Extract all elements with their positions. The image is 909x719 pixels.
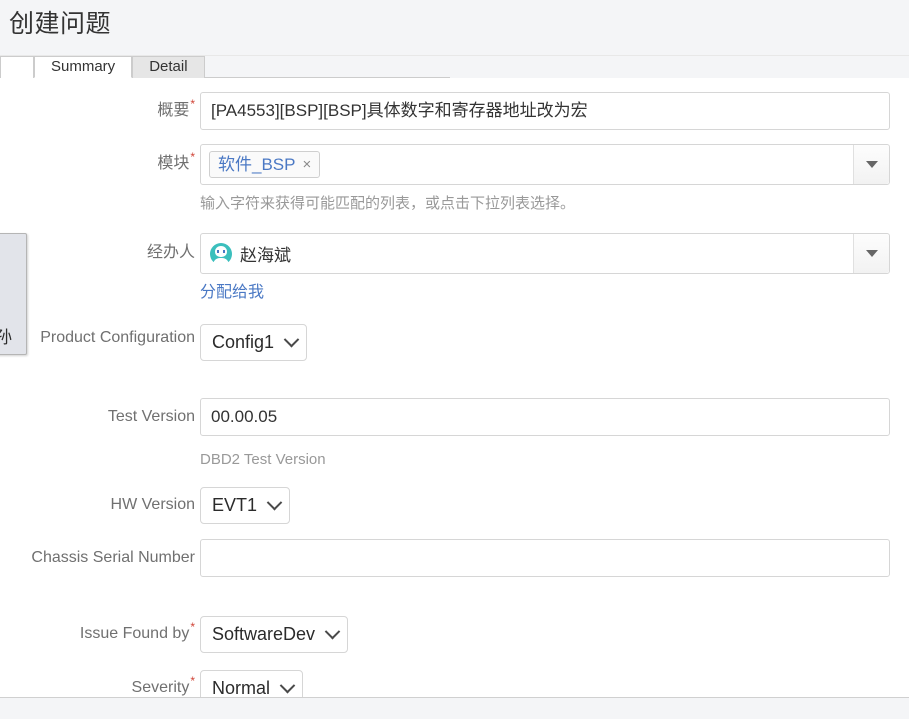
- control-module: 软件_BSP ×: [200, 144, 890, 185]
- issue-found-by-value: SoftwareDev: [212, 624, 316, 644]
- avatar-eyes-icon: [217, 249, 225, 253]
- product-configuration-select[interactable]: Config1: [200, 324, 308, 361]
- label-hw-version: HW Version: [0, 491, 195, 519]
- offscreen-popup-panel[interactable]: 孙: [0, 233, 27, 355]
- required-indicator: *: [190, 620, 195, 634]
- chevron-down-icon: [324, 623, 341, 640]
- control-chassis-serial-number: [200, 539, 890, 577]
- tab-summary[interactable]: Summary: [34, 56, 133, 78]
- control-summary: [PA4553][BSP][BSP]具体数字和寄存器地址改为宏: [200, 92, 890, 130]
- avatar: [210, 242, 232, 265]
- tab-leading-edge: [0, 56, 34, 78]
- label-summary: 概要*: [0, 97, 195, 125]
- label-product-configuration: Product Configuration: [0, 324, 195, 352]
- summary-input[interactable]: [PA4553][BSP][BSP]具体数字和寄存器地址改为宏: [200, 92, 890, 130]
- module-chip[interactable]: 软件_BSP ×: [209, 151, 321, 178]
- control-hw-version: EVT1: [200, 487, 291, 524]
- tab-trailing-edge: [204, 56, 450, 78]
- tab-bar: Summary Detail: [0, 56, 909, 78]
- assign-to-me-link[interactable]: 分配给我: [200, 283, 264, 303]
- page-footer: [0, 697, 909, 719]
- issue-found-by-select[interactable]: SoftwareDev: [200, 616, 349, 653]
- label-test-version: Test Version: [0, 403, 195, 431]
- assignee-picker-field[interactable]: 赵海斌: [200, 233, 890, 274]
- required-indicator: *: [190, 150, 195, 164]
- module-dropdown-button[interactable]: [853, 145, 889, 184]
- module-chip-label: 软件_BSP: [218, 155, 296, 174]
- label-hw-version-text: HW Version: [110, 496, 195, 513]
- close-icon[interactable]: ×: [302, 157, 311, 172]
- product-configuration-value: Config1: [212, 332, 275, 352]
- label-test-version-text: Test Version: [107, 408, 195, 425]
- label-module-text: 模块: [157, 155, 190, 172]
- hw-version-value: EVT1: [212, 495, 258, 515]
- assignee-dropdown-button[interactable]: [853, 234, 889, 273]
- control-product-configuration: Config1: [200, 324, 308, 361]
- chevron-down-icon: [865, 161, 878, 168]
- assignee-value: 赵海斌: [210, 240, 291, 267]
- create-issue-form: 概要* [PA4553][BSP][BSP]具体数字和寄存器地址改为宏 模块* …: [0, 78, 909, 707]
- test-version-hint: DBD2 Test Version: [200, 451, 326, 468]
- label-chassis-serial-number: Chassis Serial Number: [0, 544, 195, 572]
- page-title: 创建问题: [9, 10, 112, 38]
- hw-version-select[interactable]: EVT1: [200, 487, 291, 524]
- chevron-down-icon: [279, 677, 296, 694]
- tab-detail[interactable]: Detail: [132, 56, 205, 78]
- chevron-down-icon: [865, 250, 878, 257]
- chevron-down-icon: [266, 494, 283, 511]
- test-version-input[interactable]: 00.00.05: [200, 398, 890, 436]
- chassis-serial-number-input[interactable]: [200, 539, 890, 577]
- label-summary-text: 概要: [157, 102, 190, 119]
- label-module: 模块*: [0, 150, 195, 178]
- label-chassis-serial-number-text: Chassis Serial Number: [31, 549, 195, 566]
- label-issue-found-by-text: Issue Found by: [79, 625, 190, 642]
- module-token-field[interactable]: 软件_BSP ×: [200, 144, 890, 185]
- label-assignee-text: 经办人: [146, 244, 195, 261]
- module-hint: 输入字符来获得可能匹配的列表，或点击下拉列表选择。: [200, 195, 576, 212]
- assignee-name: 赵海斌: [240, 246, 291, 265]
- page-header: 创建问题: [0, 0, 909, 56]
- control-assignee: 赵海斌: [200, 233, 890, 274]
- offscreen-popup-text: 孙: [0, 327, 12, 349]
- label-issue-found-by: Issue Found by*: [0, 620, 195, 648]
- required-indicator: *: [190, 97, 195, 111]
- label-product-configuration-text: Product Configuration: [40, 329, 195, 346]
- control-test-version: 00.00.05: [200, 398, 890, 436]
- label-assignee: 经办人: [0, 239, 195, 267]
- chevron-down-icon: [283, 331, 300, 348]
- label-severity-text: Severity: [131, 679, 190, 696]
- control-issue-found-by: SoftwareDev: [200, 616, 349, 653]
- required-indicator: *: [190, 674, 195, 688]
